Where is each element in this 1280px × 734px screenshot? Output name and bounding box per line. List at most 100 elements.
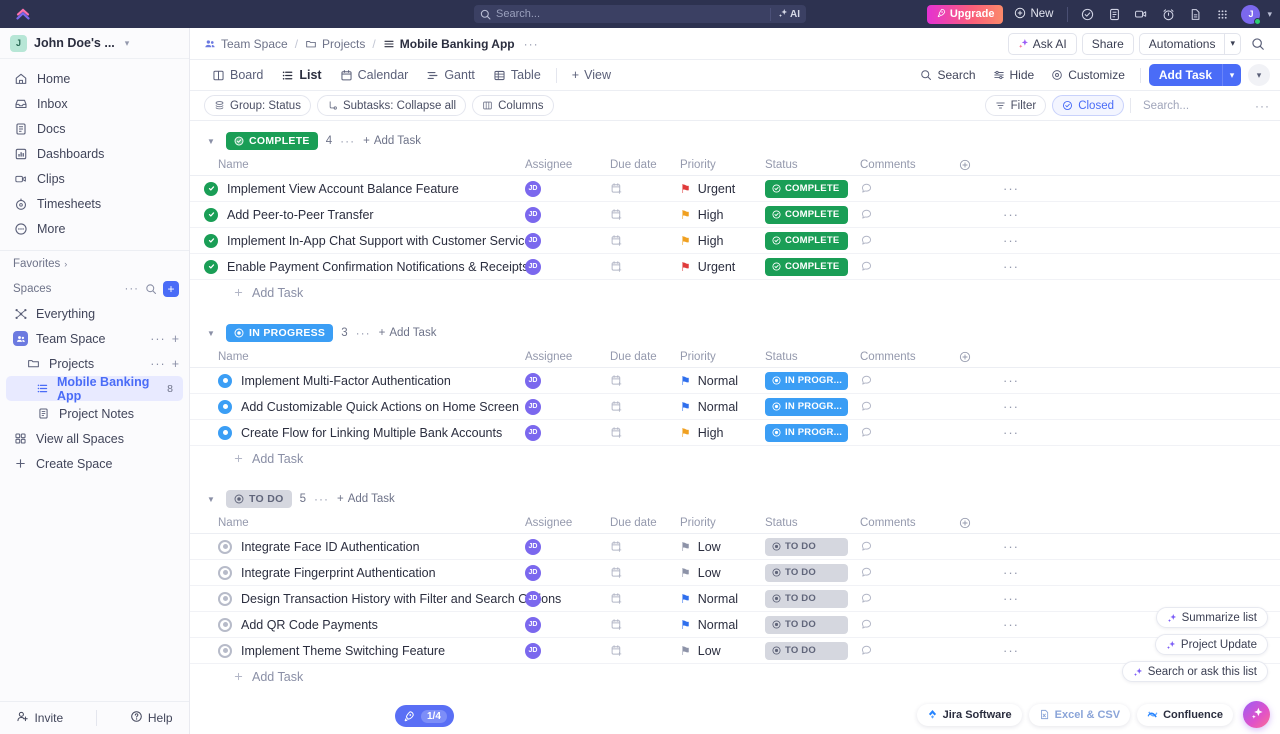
avatar[interactable]: JD (525, 259, 541, 275)
status-badge[interactable]: COMPLETE (765, 206, 848, 224)
table-row[interactable]: Integrate Face ID Authentication JD ⚑Low… (190, 534, 1280, 560)
timer-icon[interactable] (1157, 4, 1179, 24)
notes-icon[interactable] (1103, 4, 1125, 24)
favorites-section-header[interactable]: Favorites › (0, 251, 189, 276)
chevron-down-icon[interactable]: ▾ (1267, 9, 1272, 20)
task-status-checkbox[interactable] (218, 374, 232, 388)
status-badge[interactable]: TO DO (765, 642, 848, 660)
search-or-ask-list-button[interactable]: Search or ask this list (1122, 661, 1268, 682)
comment-icon[interactable] (860, 592, 873, 605)
task-priority-cell[interactable]: ⚑Low (680, 566, 765, 580)
task-status-checkbox[interactable] (218, 400, 232, 414)
task-priority-cell[interactable]: ⚑Normal (680, 374, 765, 388)
group-add-task-button[interactable]: + Add Task (337, 493, 395, 505)
group-add-task-button[interactable]: + Add Task (363, 135, 421, 147)
share-button[interactable]: Share (1082, 33, 1134, 55)
avatar[interactable]: JD (525, 539, 541, 555)
table-row[interactable]: Add QR Code Payments JD ⚑Normal TO DO ··… (190, 612, 1280, 638)
calendar-add-icon[interactable] (610, 592, 623, 605)
comment-icon[interactable] (860, 426, 873, 439)
task-status-checkbox[interactable] (204, 182, 218, 196)
sidebar-item-docs[interactable]: Docs (0, 116, 189, 141)
task-name[interactable]: Implement Multi-Factor Authentication (241, 374, 451, 388)
add-column-button[interactable] (945, 517, 985, 529)
task-status-checkbox[interactable] (204, 234, 218, 248)
apps-grid-icon[interactable] (1211, 4, 1233, 24)
spaces-section-header[interactable]: Spaces ··· + (0, 276, 189, 301)
breadcrumb-item-team-space[interactable]: Team Space (204, 37, 288, 51)
sidebar-item-dashboards[interactable]: Dashboards (0, 141, 189, 166)
projects-more-icon[interactable]: ··· (150, 357, 166, 371)
workspace-switcher[interactable]: J John Doe's ... ▾ (0, 28, 189, 59)
closed-filter-button[interactable]: Closed (1052, 95, 1124, 116)
user-avatar[interactable]: J (1241, 5, 1260, 24)
task-priority-cell[interactable]: ⚑High (680, 426, 765, 440)
hide-button[interactable]: Hide (986, 63, 1042, 87)
comment-icon[interactable] (860, 566, 873, 579)
task-name[interactable]: Implement View Account Balance Feature (227, 182, 459, 196)
app-logo[interactable] (0, 8, 44, 21)
sidebar-item-team-space[interactable]: Team Space ··· + (0, 326, 189, 351)
search-icon[interactable] (1246, 33, 1270, 55)
status-badge[interactable]: TO DO (765, 590, 848, 608)
tab-gantt[interactable]: Gantt (418, 63, 483, 88)
document-icon[interactable] (1184, 4, 1206, 24)
status-badge[interactable]: TO DO (765, 564, 848, 582)
status-badge[interactable]: COMPLETE (765, 232, 848, 250)
video-camera-icon[interactable] (1130, 4, 1152, 24)
task-status-checkbox[interactable] (218, 618, 232, 632)
table-row[interactable]: Add Customizable Quick Actions on Home S… (190, 394, 1280, 420)
task-more-icon[interactable]: ··· (1003, 425, 1019, 440)
calendar-add-icon[interactable] (610, 426, 623, 439)
sidebar-item-home[interactable]: Home (0, 66, 189, 91)
avatar[interactable]: JD (525, 207, 541, 223)
calendar-add-icon[interactable] (610, 208, 623, 221)
task-status-checkbox[interactable] (218, 540, 232, 554)
tab-list[interactable]: List (273, 63, 329, 88)
calendar-add-icon[interactable] (610, 644, 623, 657)
customize-button[interactable]: Customize (1044, 63, 1132, 87)
status-badge[interactable]: IN PROGR... (765, 372, 848, 390)
onboarding-progress-button[interactable]: 1/4 (395, 705, 454, 727)
breadcrumb-item-projects[interactable]: Projects (305, 37, 365, 51)
comment-icon[interactable] (860, 260, 873, 273)
group-add-task-button[interactable]: + Add Task (379, 327, 437, 339)
task-more-icon[interactable]: ··· (1003, 233, 1019, 248)
filter-button[interactable]: Filter (985, 95, 1047, 116)
task-name[interactable]: Implement Theme Switching Feature (241, 644, 445, 658)
ask-ai-button[interactable]: Ask AI (1008, 33, 1077, 55)
table-row[interactable]: Enable Payment Confirmation Notification… (190, 254, 1280, 280)
task-status-checkbox[interactable] (204, 260, 218, 274)
task-name[interactable]: Create Flow for Linking Multiple Bank Ac… (241, 426, 502, 440)
projects-add-icon[interactable]: + (172, 357, 179, 371)
global-search-input[interactable]: Search... AI (474, 5, 806, 23)
list-search-button[interactable]: Search (913, 63, 982, 87)
automations-button[interactable]: Automations (1139, 33, 1225, 55)
task-more-icon[interactable]: ··· (1003, 259, 1019, 274)
filter-more-icon[interactable]: ··· (1255, 99, 1270, 113)
task-more-icon[interactable]: ··· (1003, 565, 1019, 580)
table-row[interactable]: Design Transaction History with Filter a… (190, 586, 1280, 612)
table-row[interactable]: Implement In-App Chat Support with Custo… (190, 228, 1280, 254)
task-more-icon[interactable]: ··· (1003, 207, 1019, 222)
calendar-add-icon[interactable] (610, 618, 623, 631)
check-circle-icon[interactable] (1076, 4, 1098, 24)
group-status-badge[interactable]: COMPLETE (226, 132, 318, 150)
breadcrumb-more-icon[interactable]: ··· (524, 37, 539, 51)
subtasks-button[interactable]: Subtasks: Collapse all (317, 95, 466, 116)
group-status-badge[interactable]: IN PROGRESS (226, 324, 333, 342)
table-row[interactable]: Add Peer-to-Peer Transfer JD ⚑High COMPL… (190, 202, 1280, 228)
automations-dropdown-button[interactable]: ▾ (1224, 33, 1241, 55)
excel-csv-button[interactable]: Excel & CSV (1029, 704, 1130, 726)
breadcrumb-item-mobile-banking-app[interactable]: Mobile Banking App (383, 37, 515, 51)
task-priority-cell[interactable]: ⚑High (680, 234, 765, 248)
team-space-add-icon[interactable]: + (172, 332, 179, 346)
task-more-icon[interactable]: ··· (1003, 617, 1019, 632)
upgrade-button[interactable]: Upgrade (927, 5, 1004, 24)
add-task-row[interactable]: Add Task (190, 280, 1280, 305)
avatar[interactable]: JD (525, 643, 541, 659)
tab-table[interactable]: Table (485, 63, 549, 88)
sidebar-item-everything[interactable]: Everything (0, 301, 189, 326)
task-status-checkbox[interactable] (204, 208, 218, 222)
calendar-add-icon[interactable] (610, 566, 623, 579)
